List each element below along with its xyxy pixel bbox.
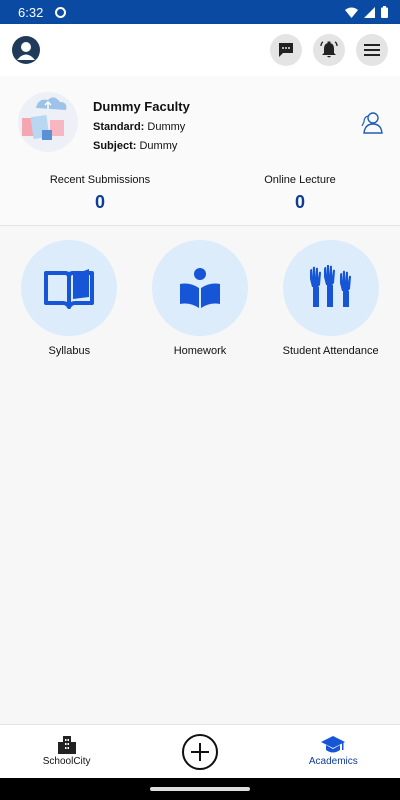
notifications-button[interactable] bbox=[313, 34, 345, 66]
app-notification-icon bbox=[55, 6, 67, 18]
recent-submissions-stat[interactable]: Recent Submissions 0 bbox=[0, 170, 200, 225]
nav-academics-label: Academics bbox=[308, 756, 358, 767]
plus-circle-icon[interactable] bbox=[181, 733, 218, 770]
battery-icon bbox=[381, 6, 388, 18]
system-navigation-bar bbox=[0, 778, 400, 800]
status-bar: 6:32 bbox=[0, 0, 400, 24]
online-lecture-stat[interactable]: Online Lecture 0 bbox=[200, 170, 400, 225]
user-avatar-icon[interactable] bbox=[12, 36, 40, 64]
chat-button[interactable] bbox=[270, 34, 302, 66]
syllabus-label: Syllabus bbox=[48, 345, 91, 357]
wifi-icon bbox=[345, 7, 358, 18]
tile-student-attendance[interactable]: Student Attendance bbox=[271, 240, 391, 357]
status-time: 6:32 bbox=[18, 4, 44, 20]
student-attendance-label: Student Attendance bbox=[282, 345, 379, 357]
recent-submissions-count: 0 bbox=[94, 192, 105, 212]
contacts-icon[interactable] bbox=[360, 110, 386, 136]
building-icon bbox=[57, 736, 76, 754]
online-lecture-count: 0 bbox=[294, 192, 305, 212]
home-gesture-handle[interactable] bbox=[150, 787, 250, 791]
bell-icon bbox=[320, 41, 338, 58]
reading-person-icon bbox=[179, 268, 220, 308]
recent-submissions-label: Recent Submissions bbox=[49, 174, 151, 186]
standard-label: Standard: bbox=[93, 121, 145, 133]
subject-row: Subject: Dummy bbox=[93, 140, 190, 152]
stats-row: Recent Submissions 0 Online Lecture 0 bbox=[0, 170, 400, 226]
tile-homework[interactable]: Homework bbox=[140, 240, 260, 357]
homework-icon-circle bbox=[151, 240, 248, 336]
top-app-bar bbox=[0, 24, 400, 76]
graduation-cap-icon bbox=[321, 736, 346, 753]
tile-syllabus[interactable]: Syllabus bbox=[9, 240, 129, 357]
nav-schoolcity-label: SchoolCity bbox=[42, 756, 91, 767]
status-icons bbox=[345, 6, 388, 18]
profile-info: Dummy Faculty Standard: Dummy Subject: D… bbox=[93, 99, 190, 152]
syllabus-icon-circle bbox=[21, 240, 118, 336]
nav-add[interactable] bbox=[133, 725, 266, 778]
homework-label: Homework bbox=[173, 345, 227, 357]
nav-schoolcity[interactable]: SchoolCity bbox=[0, 725, 133, 778]
academic-tiles: Syllabus Homework Student Attendance bbox=[0, 240, 400, 357]
subject-label: Subject: bbox=[93, 140, 137, 152]
nav-academics[interactable]: Academics bbox=[267, 725, 400, 778]
standard-row: Standard: Dummy bbox=[93, 121, 190, 133]
upload-illustration-icon bbox=[18, 92, 78, 152]
bottom-navigation: SchoolCity Academics bbox=[0, 724, 400, 778]
open-book-icon bbox=[44, 269, 95, 309]
raised-hands-icon bbox=[309, 265, 351, 307]
subject-value: Dummy bbox=[139, 140, 178, 152]
attendance-icon-circle bbox=[282, 240, 379, 336]
standard-value: Dummy bbox=[147, 121, 186, 133]
faculty-name: Dummy Faculty bbox=[93, 99, 190, 114]
chat-icon bbox=[279, 43, 293, 57]
signal-icon bbox=[364, 6, 375, 18]
header-actions bbox=[270, 34, 388, 66]
online-lecture-label: Online Lecture bbox=[264, 174, 336, 186]
faculty-profile: Dummy Faculty Standard: Dummy Subject: D… bbox=[0, 76, 400, 170]
hamburger-icon bbox=[364, 44, 380, 56]
menu-button[interactable] bbox=[356, 34, 388, 66]
